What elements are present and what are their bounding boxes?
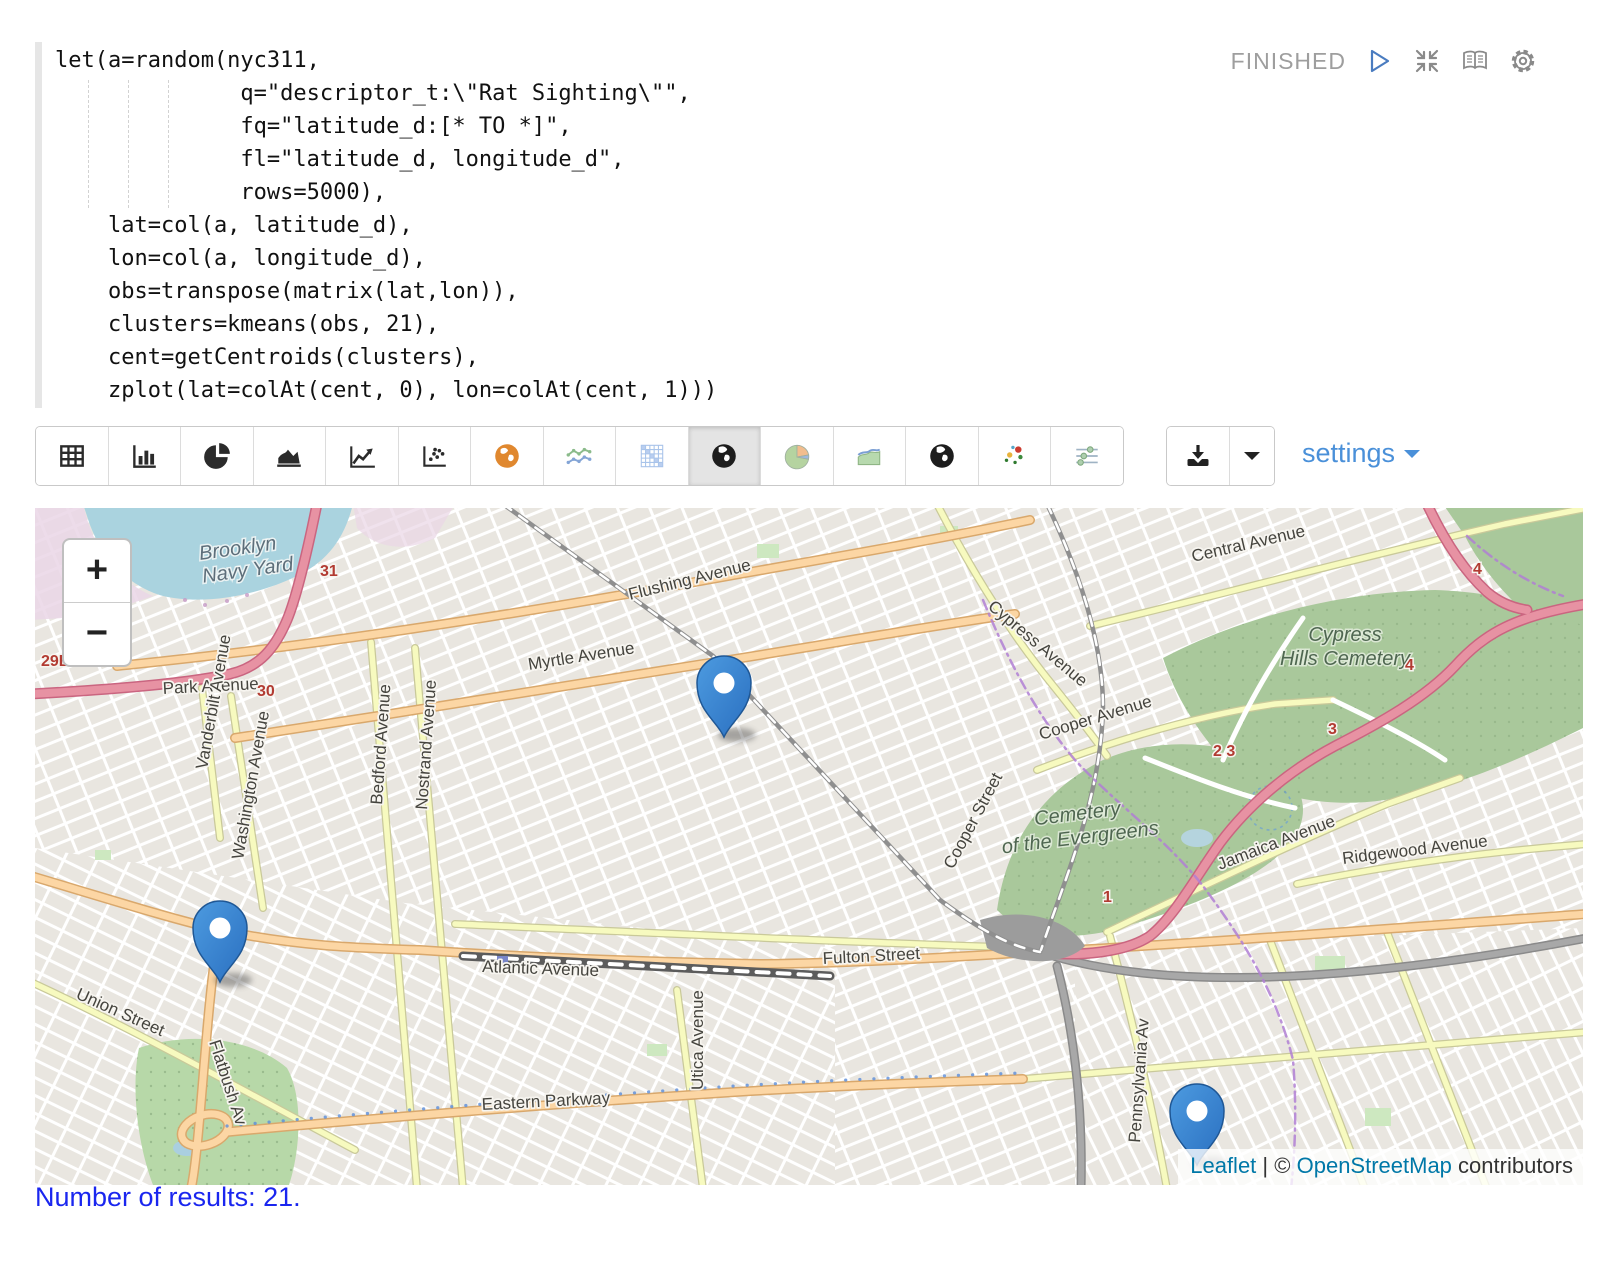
code-line: fl="latitude_d, longitude_d", [55,143,717,176]
area-chart-icon [274,441,304,471]
download-controls [1166,426,1275,486]
sliders-icon [1072,441,1102,471]
svg-text:31: 31 [320,563,338,580]
settings-toggle[interactable]: settings [1302,438,1420,469]
chevron-down-icon [1244,452,1260,468]
svg-text:Utica Avenue: Utica Avenue [688,990,707,1090]
attribution-divider: | [1262,1153,1268,1178]
settings-label: settings [1302,438,1395,469]
contributors-text: contributors [1458,1153,1573,1178]
code-line: rows=5000), [55,176,717,209]
zoom-out-button[interactable]: − [64,603,130,665]
collapse-button[interactable] [1412,46,1442,76]
globe-orange-icon [492,441,522,471]
table-button[interactable] [36,427,109,485]
svg-text:Cypress: Cypress [1308,624,1381,646]
chart-type-toolbar [35,426,1124,486]
svg-text:3: 3 [1328,721,1337,738]
svg-text:30: 30 [257,683,275,700]
book-icon [1460,47,1490,75]
bar-chart-icon [129,441,159,471]
pie-chart-icon [202,441,232,471]
zoom-control: + − [62,538,132,667]
globe-dark-icon [709,441,739,471]
map-globe-orange-button[interactable] [471,427,544,485]
openstreetmap-link[interactable]: OpenStreetMap [1297,1153,1452,1178]
map-attribution: Leaflet | © OpenStreetMap contributors [1178,1149,1583,1185]
pie-chart-colored-button[interactable] [761,427,834,485]
chevron-down-icon [1404,450,1420,466]
code-line: q="descriptor_t:\"Rat Sighting\"", [55,77,717,110]
bar-chart-button[interactable] [109,427,182,485]
svg-text:4: 4 [1405,657,1414,674]
download-icon [1184,442,1212,470]
copyright-symbol: © [1274,1153,1290,1178]
map-globe-button-active[interactable] [689,427,762,485]
area-chart-colored-button[interactable] [834,427,907,485]
multi-series-line-button[interactable] [544,427,617,485]
table-icon [57,441,87,471]
line-chart-button[interactable] [326,427,399,485]
code-line: fq="latitude_d:[* TO *]", [55,110,717,143]
sliders-button[interactable] [1051,427,1123,485]
code-editor[interactable]: let(a=random(nyc311, q="descriptor_t:\"R… [55,44,717,407]
scatter-colored-icon [999,441,1029,471]
svg-text:1: 1 [1103,889,1112,906]
code-line: clusters=kmeans(obs, 21), [55,308,717,341]
matrix-grid-button[interactable] [616,427,689,485]
pie-colored-icon [782,441,812,471]
play-icon [1365,47,1393,75]
code-line: lat=col(a, latitude_d), [55,209,717,242]
map-globe-2-button[interactable] [906,427,979,485]
scatter-plot-button[interactable] [399,427,472,485]
code-line: zplot(lat=colAt(cent, 0), lon=colAt(cent… [55,374,717,407]
result-count-text: Number of results: 21. [35,1182,301,1213]
code-line: obs=transpose(matrix(lat,lon)), [55,275,717,308]
globe-dark-icon [927,441,957,471]
multi-line-icon [564,441,594,471]
line-chart-icon [347,441,377,471]
scatter-colored-button[interactable] [979,427,1052,485]
download-options-button[interactable] [1229,427,1274,485]
paragraph-settings-button[interactable] [1508,46,1538,76]
editor-gutter [35,42,42,408]
area-chart-button[interactable] [254,427,327,485]
run-button[interactable] [1364,46,1394,76]
code-line: let(a=random(nyc311, [55,44,717,77]
paragraph-status: FINISHED [1231,48,1346,75]
report-view-button[interactable] [1460,46,1490,76]
svg-text:2 3: 2 3 [1213,743,1235,760]
leaflet-link[interactable]: Leaflet [1190,1153,1256,1178]
code-line: lon=col(a, longitude_d), [55,242,717,275]
svg-text:4: 4 [1473,561,1482,578]
area-colored-icon [854,441,884,471]
code-line: cent=getCentroids(clusters), [55,341,717,374]
gear-icon [1508,46,1538,76]
compress-icon [1413,47,1441,75]
leaflet-map[interactable]: BrooklynNavy Yard Park Avenue Flushing A… [35,508,1583,1185]
map-tiles: BrooklynNavy Yard Park Avenue Flushing A… [35,508,1583,1185]
matrix-grid-icon [637,441,667,471]
download-button[interactable] [1167,427,1229,485]
scatter-icon [419,441,449,471]
zoom-in-button[interactable]: + [64,540,130,603]
svg-text:Hills Cemetery: Hills Cemetery [1280,648,1411,670]
pie-chart-button[interactable] [181,427,254,485]
